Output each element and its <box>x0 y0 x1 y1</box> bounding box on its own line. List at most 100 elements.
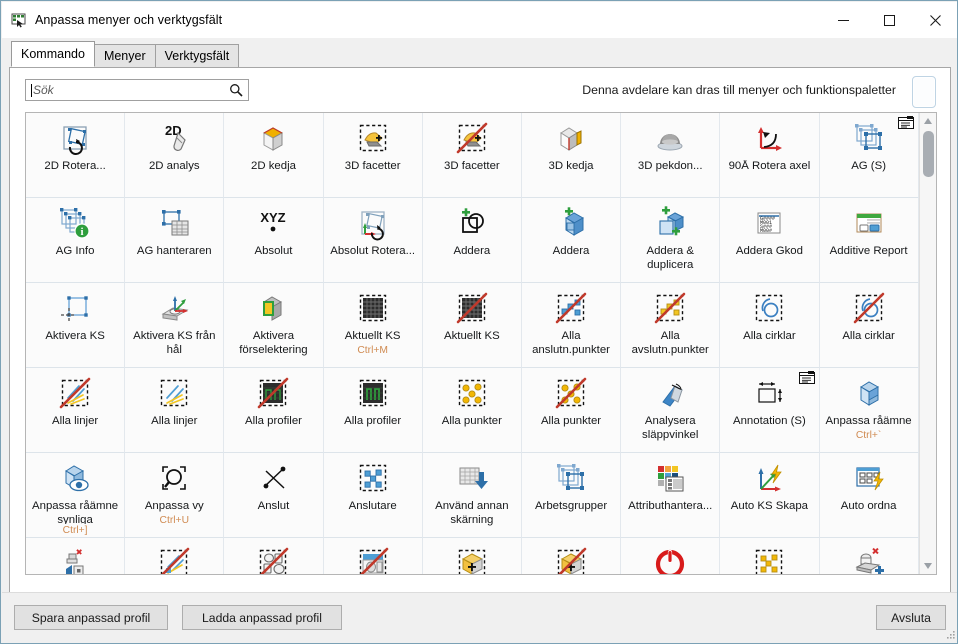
command-cell[interactable] <box>422 538 522 574</box>
command-cell[interactable] <box>125 538 225 574</box>
command-cell[interactable]: Anslut <box>224 453 324 538</box>
vertical-scrollbar[interactable] <box>919 113 936 574</box>
command-cell[interactable]: Arbetsgrupper <box>521 453 622 538</box>
scroll-up-arrow[interactable] <box>920 113 937 129</box>
command-cell[interactable] <box>621 538 721 574</box>
command-grid-container: 2D Rotera... 2D 2D analys 2D kedja 3D facett… <box>25 112 937 575</box>
command-cell[interactable]: Alla linjer <box>125 368 225 453</box>
command-cell[interactable]: Anpassa råämne Ctrl+` <box>819 368 919 453</box>
command-cell[interactable]: Alla punkter <box>422 368 522 453</box>
command-cell[interactable]: 2D kedja <box>224 113 324 198</box>
rotate-axis-icon <box>750 119 788 157</box>
scrollbar-thumb[interactable] <box>922 131 934 177</box>
command-cell[interactable]: XYZ Absolut <box>224 198 324 283</box>
customize-toolbar-icon <box>11 12 27 28</box>
command-cell[interactable]: 3D pekdon... <box>621 113 721 198</box>
command-cell[interactable]: Auto ordna <box>819 453 919 538</box>
command-cell[interactable]: AG (S) <box>819 113 919 198</box>
scrollbar-track[interactable] <box>920 129 937 558</box>
command-cell[interactable]: Alla anslutn.punkter <box>521 283 622 368</box>
search-icon[interactable] <box>226 80 246 100</box>
cube-top-yellow-icon <box>254 119 292 157</box>
command-cell[interactable]: Absolut Rotera... <box>323 198 423 283</box>
command-cell[interactable]: Anslutare <box>323 453 423 538</box>
command-cell[interactable]: Aktivera KS <box>26 283 126 368</box>
command-label: 2D kedja <box>250 160 296 172</box>
command-cell[interactable] <box>26 538 126 574</box>
exit-button[interactable]: Avsluta <box>876 605 946 630</box>
tab-verktygsfalt[interactable]: Verktygsfält <box>154 44 240 67</box>
command-cell[interactable] <box>224 538 324 574</box>
command-label: Absolut <box>254 245 293 257</box>
command-cell[interactable]: Alla avslutn.punkter <box>621 283 721 368</box>
divider-drag-handle[interactable] <box>912 76 936 108</box>
command-label: Alla cirklar <box>842 330 895 342</box>
command-cell[interactable]: Annotation (S) <box>720 368 820 453</box>
command-cell[interactable]: Addera <box>422 198 522 283</box>
command-label: AG (S) <box>851 160 886 172</box>
command-cell[interactable]: Additive Report <box>819 198 919 283</box>
command-cell[interactable]: 2D 2D analys <box>125 113 225 198</box>
window-title: Anpassa menyer och verktygsfält <box>35 13 223 27</box>
command-cell[interactable]: 3D facetter <box>422 113 522 198</box>
command-cell[interactable]: Aktivera förselektering <box>224 283 324 368</box>
command-cell[interactable]: Alla cirklar <box>720 283 820 368</box>
attribute-manager-icon <box>651 459 689 497</box>
workgroup-manager-icon <box>155 204 193 242</box>
command-cell[interactable] <box>720 538 820 574</box>
workgroups-icon <box>552 459 590 497</box>
command-cell[interactable]: Aktuellt KS Ctrl+M <box>323 283 423 368</box>
save-profile-button[interactable]: Spara anpassad profil <box>14 605 168 630</box>
command-cell[interactable]: Alla punkter <box>521 368 622 453</box>
command-cell[interactable]: Anpassa vy Ctrl+U <box>125 453 225 538</box>
command-cell[interactable]: Alla profiler <box>323 368 423 453</box>
all-end-points-off-icon <box>651 289 689 327</box>
divider-hint-text: Denna avdelare kan dras till menyer och … <box>582 83 896 97</box>
use-other-cut-icon <box>453 459 491 497</box>
command-cell[interactable]: Aktivera KS från hål <box>125 283 225 368</box>
all-profiles-icon <box>354 374 392 412</box>
command-label: Aktuellt KS <box>344 330 401 342</box>
command-cell[interactable]: Anpassa råämne synliga Ctrl+] <box>26 453 126 538</box>
command-cell[interactable] <box>323 538 423 574</box>
command-label: Alla linjer <box>151 415 198 427</box>
tab-kommando[interactable]: Kommando <box>11 41 95 67</box>
command-cell[interactable]: Addera <box>521 198 622 283</box>
command-cell[interactable]: Attributhantera... <box>621 453 721 538</box>
all-lines-off-icon <box>56 374 94 412</box>
command-cell[interactable]: i AG Info <box>26 198 126 283</box>
command-label: 2D Rotera... <box>44 160 106 172</box>
command-label: Alla anslutn.punkter <box>532 330 610 356</box>
all-circles-icon <box>750 289 788 327</box>
auto-cleanup-icon <box>56 544 94 574</box>
close-button[interactable] <box>912 2 957 38</box>
command-cell[interactable]: Auto KS Skapa <box>720 453 820 538</box>
command-label: Alla avslutn.punkter <box>631 330 709 356</box>
command-cell[interactable]: Alla linjer <box>26 368 126 453</box>
mouse-2d-icon: 2D <box>155 119 193 157</box>
command-cell[interactable]: Analysera släppvinkel <box>621 368 721 453</box>
minimize-button[interactable] <box>820 2 866 38</box>
command-cell[interactable] <box>521 538 622 574</box>
tab-menyer[interactable]: Menyer <box>93 44 156 67</box>
command-cell[interactable]: Använd annan skärning <box>422 453 522 538</box>
load-profile-button[interactable]: Ladda anpassad profil <box>182 605 342 630</box>
search-input[interactable]: Sök <box>25 79 249 101</box>
command-label: Additive Report <box>829 245 908 257</box>
command-tab-page: Sök Denna avdelare kan dras till menyer … <box>9 67 951 593</box>
maximize-button[interactable] <box>866 2 912 38</box>
command-cell[interactable]: Addera & duplicera <box>621 198 721 283</box>
command-cell[interactable] <box>819 538 919 574</box>
command-cell[interactable]: Alla cirklar <box>819 283 919 368</box>
resize-grip[interactable] <box>944 628 956 640</box>
command-cell[interactable]: Alla profiler <box>224 368 324 453</box>
command-cell[interactable]: 2D Rotera... <box>26 113 126 198</box>
command-cell[interactable]: AG hanteraren <box>125 198 225 283</box>
scroll-down-arrow[interactable] <box>920 558 937 574</box>
command-cell[interactable]: 3D kedja <box>521 113 622 198</box>
command-label: Alla linjer <box>51 415 99 427</box>
command-cell[interactable]: 3D facetter <box>323 113 423 198</box>
command-cell[interactable]: G#### M001 S### M00# Addera Gkod <box>720 198 820 283</box>
command-cell[interactable]: 90Å Rotera axel <box>720 113 820 198</box>
command-cell[interactable]: Aktuellt KS <box>422 283 522 368</box>
